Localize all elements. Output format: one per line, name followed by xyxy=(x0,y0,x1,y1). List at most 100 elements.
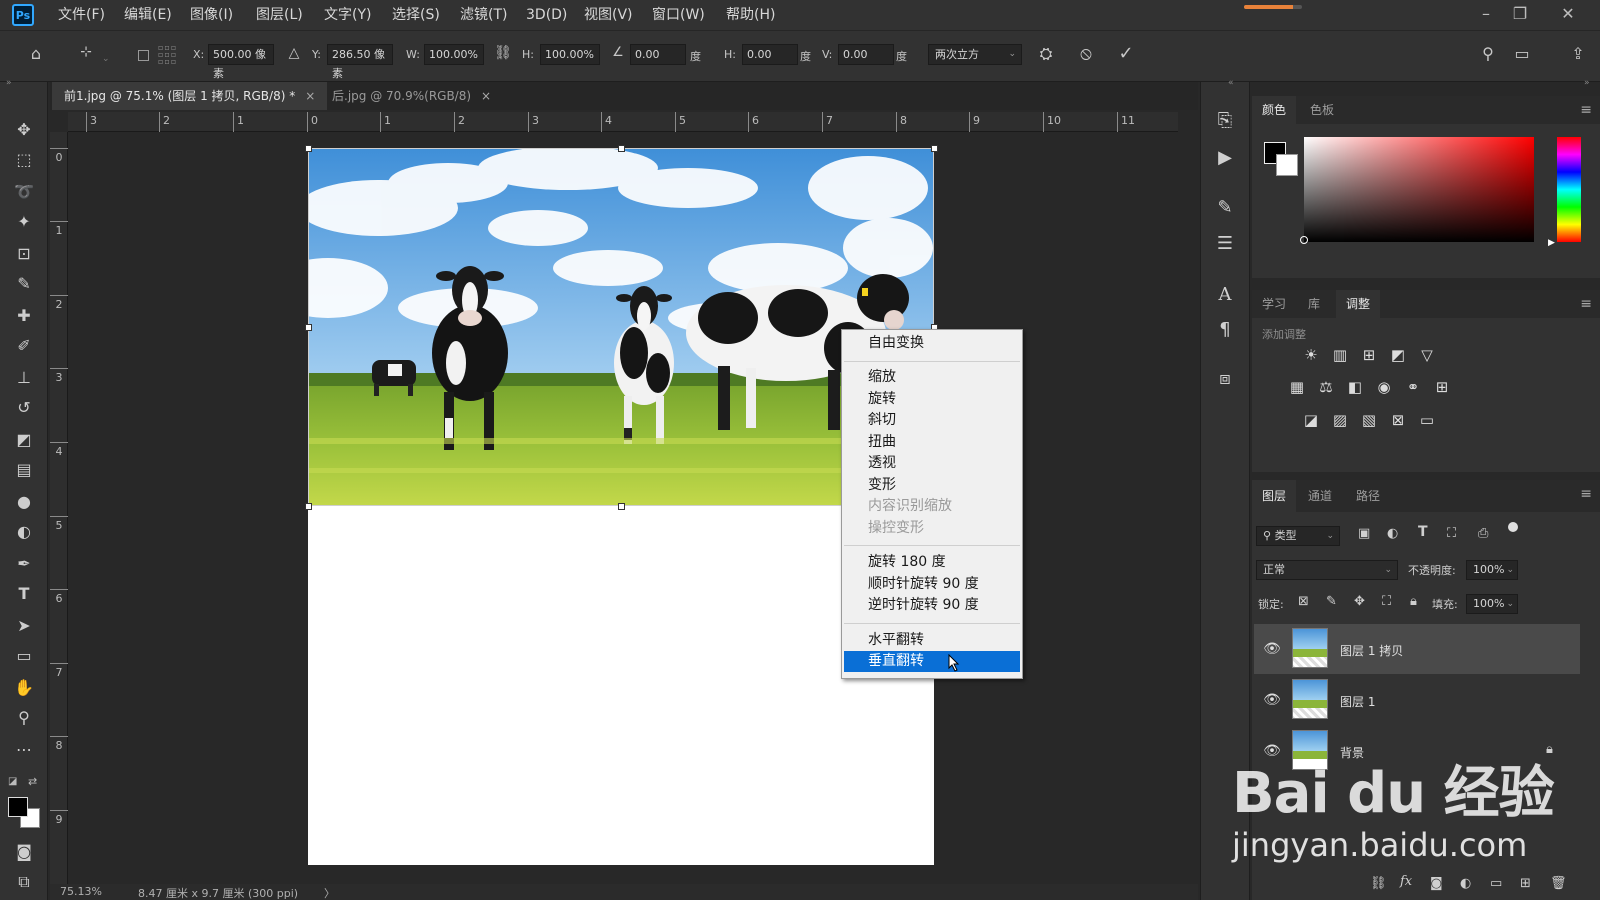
paragraph-panel-icon[interactable]: ¶ xyxy=(1209,315,1241,345)
menu-3d[interactable]: 3D(D) xyxy=(520,0,573,30)
foreground-color-swatch[interactable] xyxy=(8,797,28,817)
expand-panels-icon[interactable]: » xyxy=(1584,78,1590,88)
pen-tool-icon[interactable]: ✒ xyxy=(10,550,38,578)
v-skew-field[interactable]: 0.00 xyxy=(838,44,894,65)
threshold-icon[interactable]: ▧ xyxy=(1358,409,1380,431)
move-tool-icon[interactable]: ✥ xyxy=(10,116,38,144)
filter-shape-icon[interactable]: ⛶ xyxy=(1447,526,1456,541)
properties-sliders-icon[interactable]: ☰ xyxy=(1209,229,1241,259)
photo-filter-icon[interactable]: ◉ xyxy=(1373,376,1395,398)
background-color-swatch[interactable] xyxy=(1276,154,1298,176)
stamp-tool-icon[interactable]: ⊥ xyxy=(10,364,38,392)
menu-image[interactable]: 图像(I) xyxy=(184,0,239,30)
menu-item-rotate-90-ccw[interactable]: 逆时针旋转 90 度 xyxy=(844,595,1020,616)
close-window-icon[interactable]: ✕ xyxy=(1548,0,1588,30)
opacity-field[interactable]: 100% ⌄ xyxy=(1466,560,1518,580)
swap-colors-icon[interactable]: ⇄ xyxy=(28,775,37,788)
tool-preset-arrow-icon[interactable]: ⌄ xyxy=(102,54,110,64)
menu-item-perspective[interactable]: 透视 xyxy=(844,453,1020,474)
marquee-tool-icon[interactable]: ⬚ xyxy=(10,146,38,174)
menu-select[interactable]: 选择(S) xyxy=(386,0,446,30)
zoom-tool-icon[interactable]: ⚲ xyxy=(10,704,38,732)
color-lookup-icon[interactable]: ⊞ xyxy=(1431,376,1453,398)
close-icon[interactable]: × xyxy=(305,89,315,103)
screen-mode-icon[interactable]: ⧉ xyxy=(10,868,38,896)
filter-pixel-icon[interactable]: ▣ xyxy=(1358,526,1370,541)
tab-libraries[interactable]: 库 xyxy=(1298,290,1330,318)
levels-icon[interactable]: ▥ xyxy=(1329,344,1351,366)
transform-handle-left[interactable] xyxy=(305,324,312,331)
history-brush-tool-icon[interactable]: ↺ xyxy=(10,394,38,422)
gradient-tool-icon[interactable]: ▤ xyxy=(10,456,38,484)
transform-handle-top[interactable] xyxy=(618,145,625,152)
rectangle-tool-icon[interactable]: ▭ xyxy=(10,642,38,670)
lock-artboard-icon[interactable]: ⛶ xyxy=(1382,594,1391,609)
reference-point-grid-icon[interactable]: ▫▫▫ ▫▫▫ ▫▫▫ xyxy=(158,44,182,66)
new-layer-icon[interactable]: ⊞ xyxy=(1520,876,1531,891)
more-tools-icon[interactable]: ⋯ xyxy=(10,736,38,764)
menu-item-rotate-90-cw[interactable]: 顺时针旋转 90 度 xyxy=(844,574,1020,595)
tab-color[interactable]: 颜色 xyxy=(1252,96,1297,124)
exposure-icon[interactable]: ◩ xyxy=(1387,344,1409,366)
hue-saturation-icon[interactable]: ▦ xyxy=(1286,376,1308,398)
new-group-icon[interactable]: ▭ xyxy=(1490,876,1502,891)
collapse-dock-icon[interactable]: « xyxy=(1228,78,1234,88)
blend-mode-select[interactable]: 正常 ⌄ xyxy=(1256,560,1398,580)
menu-item-skew[interactable]: 斜切 xyxy=(844,410,1020,431)
tab-document-back[interactable]: 后.jpg @ 70.9%(RGB/8) × xyxy=(320,82,503,110)
crop-tool-icon[interactable]: ⊡ xyxy=(10,240,38,268)
posterize-icon[interactable]: ▨ xyxy=(1329,409,1351,431)
zoom-level[interactable]: 75.13% xyxy=(60,885,102,898)
menu-item-rotate[interactable]: 旋转 xyxy=(844,389,1020,410)
path-selection-tool-icon[interactable]: ➤ xyxy=(10,612,38,640)
eye-icon[interactable]: 👁︎ xyxy=(1262,692,1282,708)
transform-tool-icon[interactable]: ⊹ xyxy=(74,44,98,68)
rotation-angle-field[interactable]: 0.00 xyxy=(630,44,686,65)
character-panel-icon[interactable]: A xyxy=(1209,280,1241,310)
actions-play-icon[interactable]: ▶ xyxy=(1209,143,1241,173)
blur-tool-icon[interactable]: ● xyxy=(10,488,38,516)
relative-position-icon[interactable]: △ xyxy=(286,45,302,61)
libraries-3d-icon[interactable]: ⧈ xyxy=(1209,364,1241,394)
home-icon[interactable]: ⌂ xyxy=(24,44,48,68)
eye-icon[interactable]: 👁︎ xyxy=(1262,641,1282,657)
workspace-icon[interactable]: ▭ xyxy=(1510,44,1534,68)
tab-swatches[interactable]: 色板 xyxy=(1300,96,1344,124)
vibrance-icon[interactable]: ▽ xyxy=(1416,344,1438,366)
panel-menu-icon[interactable]: ≡ xyxy=(1580,296,1592,312)
menu-help[interactable]: 帮助(H) xyxy=(720,0,781,30)
x-position-field[interactable]: 500.00 像素 xyxy=(208,44,274,80)
tab-paths[interactable]: 路径 xyxy=(1346,480,1390,512)
share-icon[interactable]: ⇪ xyxy=(1566,44,1590,68)
menu-file[interactable]: 文件(F) xyxy=(52,0,111,30)
transform-handle-top-right[interactable] xyxy=(931,145,938,152)
gradient-map-icon[interactable]: ▭ xyxy=(1416,409,1438,431)
vertical-ruler[interactable]: 0 1 2 3 4 5 6 7 8 9 xyxy=(50,132,68,884)
photoshop-logo[interactable]: Ps xyxy=(12,4,34,26)
menu-item-flip-horizontal[interactable]: 水平翻转 xyxy=(844,630,1020,651)
tab-learn[interactable]: 学习 xyxy=(1252,290,1296,318)
brightness-contrast-icon[interactable]: ☀ xyxy=(1300,344,1322,366)
fill-field[interactable]: 100% ⌄ xyxy=(1466,594,1518,614)
transform-handle-bottom-left[interactable] xyxy=(305,503,312,510)
lock-pixels-icon[interactable]: ✎ xyxy=(1326,594,1337,609)
menu-item-flip-vertical[interactable]: 垂直翻转 xyxy=(844,651,1020,672)
warp-mode-icon[interactable]: ⛭ xyxy=(1034,44,1058,68)
filter-toggle-icon[interactable] xyxy=(1508,522,1518,532)
interpolation-select[interactable]: 两次立方 ⌄ xyxy=(928,44,1022,65)
black-white-icon[interactable]: ◧ xyxy=(1344,376,1366,398)
reference-point-checkbox[interactable] xyxy=(138,50,149,61)
horizontal-ruler[interactable]: 3 2 1 0 1 2 3 4 5 6 7 8 9 10 11 xyxy=(68,112,1178,132)
collapse-toolbar-icon[interactable]: » xyxy=(6,78,12,88)
eraser-tool-icon[interactable]: ◩ xyxy=(10,426,38,454)
healing-brush-tool-icon[interactable]: ✚ xyxy=(10,302,38,330)
transform-handle-top-left[interactable] xyxy=(305,145,312,152)
menu-item-distort[interactable]: 扭曲 xyxy=(844,432,1020,453)
panel-menu-icon[interactable]: ≡ xyxy=(1580,486,1592,502)
tab-layers[interactable]: 图层 xyxy=(1252,480,1297,512)
color-balance-icon[interactable]: ⚖ xyxy=(1315,376,1337,398)
tab-channels[interactable]: 通道 xyxy=(1298,480,1342,512)
menu-layer[interactable]: 图层(L) xyxy=(250,0,309,30)
menu-type[interactable]: 文字(Y) xyxy=(318,0,377,30)
new-adjustment-layer-icon[interactable]: ◐ xyxy=(1460,876,1471,891)
